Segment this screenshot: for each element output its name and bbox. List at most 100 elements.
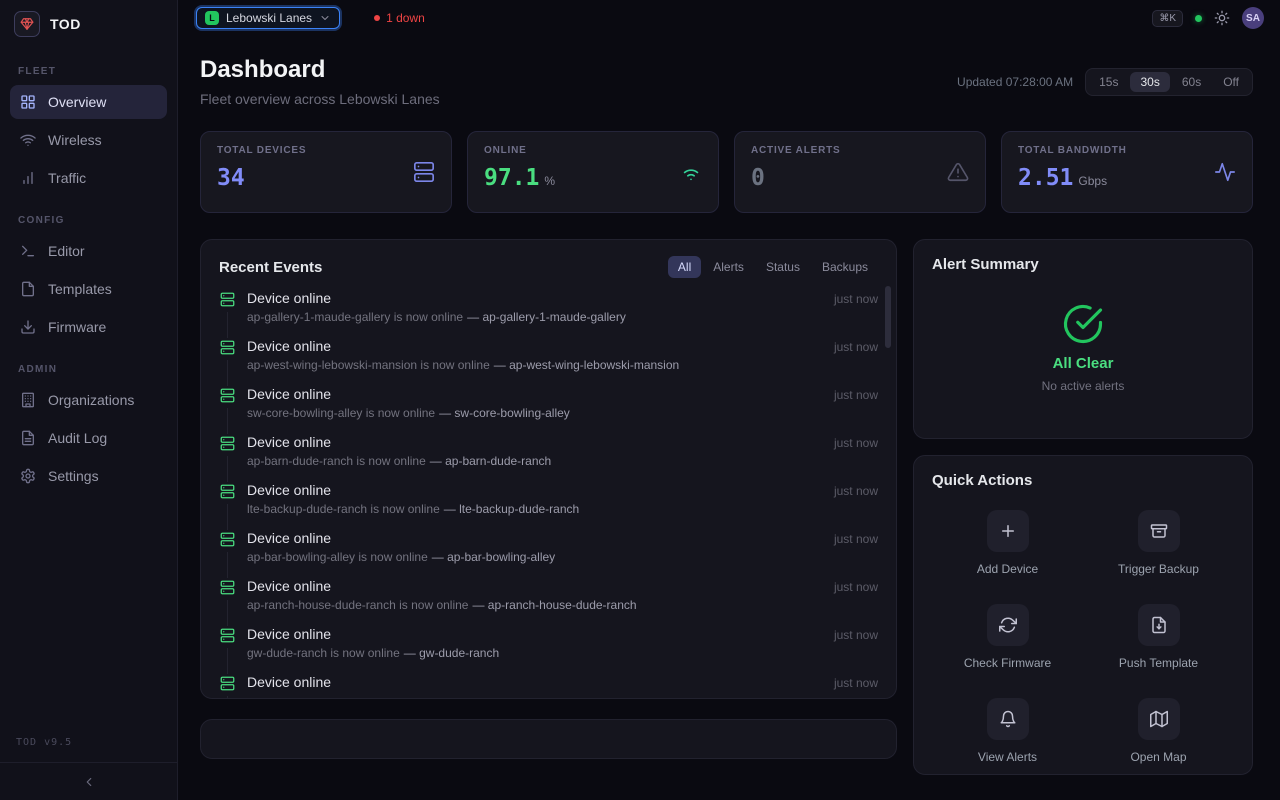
filter-backups[interactable]: Backups <box>812 256 878 278</box>
sidebar-item-templates[interactable]: Templates <box>10 272 167 306</box>
event-message: gw-dude-ranch is now online <box>247 646 400 660</box>
stat-label: ACTIVE ALERTS <box>751 145 840 156</box>
bar-chart-icon <box>20 170 36 186</box>
stat-value: 2.51 <box>1018 165 1073 191</box>
event-title: Device online <box>247 386 822 402</box>
action-view-alerts[interactable]: View Alerts <box>932 698 1083 764</box>
refresh-option-60s[interactable]: 60s <box>1172 72 1211 92</box>
event-message: sw-core-bowling-alley is now online <box>247 406 435 420</box>
event-row[interactable]: Device onlineap-gallery-1-maude-gallery … <box>219 290 878 338</box>
action-label: Add Device <box>977 562 1038 576</box>
devices-down-badge[interactable]: 1 down <box>374 11 425 25</box>
refresh-option-30s[interactable]: 30s <box>1130 72 1169 92</box>
map-icon <box>1138 698 1180 740</box>
app-logo-row: TOD <box>0 0 177 48</box>
scrollbar-thumb[interactable] <box>885 286 891 348</box>
event-row[interactable]: Device onlineap-west-wing-lebowski-mansi… <box>219 338 878 386</box>
user-avatar[interactable]: SA <box>1242 7 1264 29</box>
sidebar-item-audit-log[interactable]: Audit Log <box>10 421 167 455</box>
event-row[interactable]: Device onlineap-barn-dude-ranch is now o… <box>219 434 878 482</box>
download-icon <box>20 319 36 335</box>
gem-logo-icon <box>14 11 40 37</box>
alert-summary-panel: Alert Summary All Clear No active alerts <box>913 239 1253 439</box>
event-row[interactable]: Device onlineap-ranch-house-dude-ranch i… <box>219 578 878 626</box>
event-device: — gw-dude-ranch <box>404 646 499 660</box>
event-row[interactable]: Device online sw-core-bowling-alley is no… <box>219 386 878 434</box>
sidebar-item-editor[interactable]: Editor <box>10 234 167 268</box>
event-row[interactable]: Device onlineap-bar-bowling-alley is now… <box>219 530 878 578</box>
filter-status[interactable]: Status <box>756 256 810 278</box>
nav-section-config: CONFIG <box>0 197 177 232</box>
event-title: Device online <box>247 434 822 450</box>
command-palette-shortcut[interactable]: ⌘K <box>1152 10 1183 27</box>
refresh-option-off[interactable]: Off <box>1213 72 1249 92</box>
stat-value: 97.1 <box>484 165 539 191</box>
event-time: just now <box>834 626 878 674</box>
sidebar-item-organizations[interactable]: Organizations <box>10 383 167 417</box>
event-time: just now <box>834 482 878 530</box>
filter-alerts[interactable]: Alerts <box>703 256 754 278</box>
event-message: ap-gallery-1-maude-gallery is now online <box>247 310 463 324</box>
quick-actions-title: Quick Actions <box>932 472 1032 489</box>
event-title: Device online <box>247 338 822 354</box>
event-title: Device online <box>247 482 822 498</box>
org-selector[interactable]: L Lebowski Lanes <box>196 7 340 29</box>
event-device: — lte-backup-dude-ranch <box>444 502 579 516</box>
stat-card-active-alerts: ACTIVE ALERTS 0 <box>734 131 986 213</box>
sidebar-item-traffic[interactable]: Traffic <box>10 161 167 195</box>
action-label: Check Firmware <box>964 656 1051 670</box>
filter-all[interactable]: All <box>668 256 701 278</box>
action-trigger-backup[interactable]: Trigger Backup <box>1083 510 1234 576</box>
event-time: just now <box>834 674 878 699</box>
sidebar-item-label: Organizations <box>48 392 134 408</box>
event-row[interactable]: Device online lte-backup-dude-ranch is no… <box>219 482 878 530</box>
event-device: — ap-ranch-house-dude-ranch <box>472 598 636 612</box>
alert-detail-text: No active alerts <box>1042 379 1125 393</box>
plus-icon <box>987 510 1029 552</box>
page-title: Dashboard <box>200 56 440 84</box>
grid-icon <box>20 94 36 110</box>
recent-events-panel: Recent Events All Alerts Status Backups <box>200 239 897 699</box>
server-icon <box>220 580 235 595</box>
event-row[interactable]: Device online just now <box>219 674 878 699</box>
action-open-map[interactable]: Open Map <box>1083 698 1234 764</box>
events-panel-title: Recent Events <box>219 259 322 276</box>
stat-card-total-bandwidth: TOTAL BANDWIDTH 2.51 Gbps <box>1001 131 1253 213</box>
action-add-device[interactable]: Add Device <box>932 510 1083 576</box>
event-filters: All Alerts Status Backups <box>668 256 878 278</box>
stat-label: ONLINE <box>484 145 555 156</box>
bell-icon <box>987 698 1029 740</box>
sidebar-item-label: Templates <box>48 281 112 297</box>
refresh-option-15s[interactable]: 15s <box>1089 72 1128 92</box>
sidebar: TOD FLEET Overview Wireless Traffic CONF… <box>0 0 178 800</box>
sun-icon <box>1214 10 1230 26</box>
sidebar-collapse-button[interactable] <box>0 762 177 800</box>
sidebar-item-settings[interactable]: Settings <box>10 459 167 493</box>
event-device: — ap-bar-bowling-alley <box>432 550 555 564</box>
down-count-label: 1 down <box>386 11 425 25</box>
event-time: just now <box>834 290 878 338</box>
app-name: TOD <box>50 16 81 32</box>
theme-toggle-button[interactable] <box>1214 10 1230 26</box>
sidebar-item-firmware[interactable]: Firmware <box>10 310 167 344</box>
sidebar-item-wireless[interactable]: Wireless <box>10 123 167 157</box>
sidebar-item-overview[interactable]: Overview <box>10 85 167 119</box>
stats-row: TOTAL DEVICES 34 ONLINE 97.1 <box>200 131 1253 213</box>
event-row[interactable]: Device onlinegw-dude-ranch is now online… <box>219 626 878 674</box>
stat-label: TOTAL BANDWIDTH <box>1018 145 1127 156</box>
building-icon <box>20 392 36 408</box>
event-message: ap-bar-bowling-alley is now online <box>247 550 428 564</box>
action-push-template[interactable]: Push Template <box>1083 604 1234 670</box>
event-message: lte-backup-dude-ranch is now online <box>247 502 440 516</box>
file-icon <box>20 281 36 297</box>
alert-status-text: All Clear <box>1053 355 1114 372</box>
main-area: L Lebowski Lanes 1 down ⌘K SA Dashboard <box>178 0 1280 800</box>
action-label: View Alerts <box>978 750 1037 764</box>
activity-icon <box>1214 161 1236 183</box>
event-device: — ap-barn-dude-ranch <box>430 454 551 468</box>
server-icon <box>220 436 235 451</box>
dashboard-content: Dashboard Fleet overview across Lebowski… <box>178 36 1280 800</box>
event-device: — ap-gallery-1-maude-gallery <box>467 310 626 324</box>
stat-unit: % <box>544 174 555 188</box>
action-check-firmware[interactable]: Check Firmware <box>932 604 1083 670</box>
